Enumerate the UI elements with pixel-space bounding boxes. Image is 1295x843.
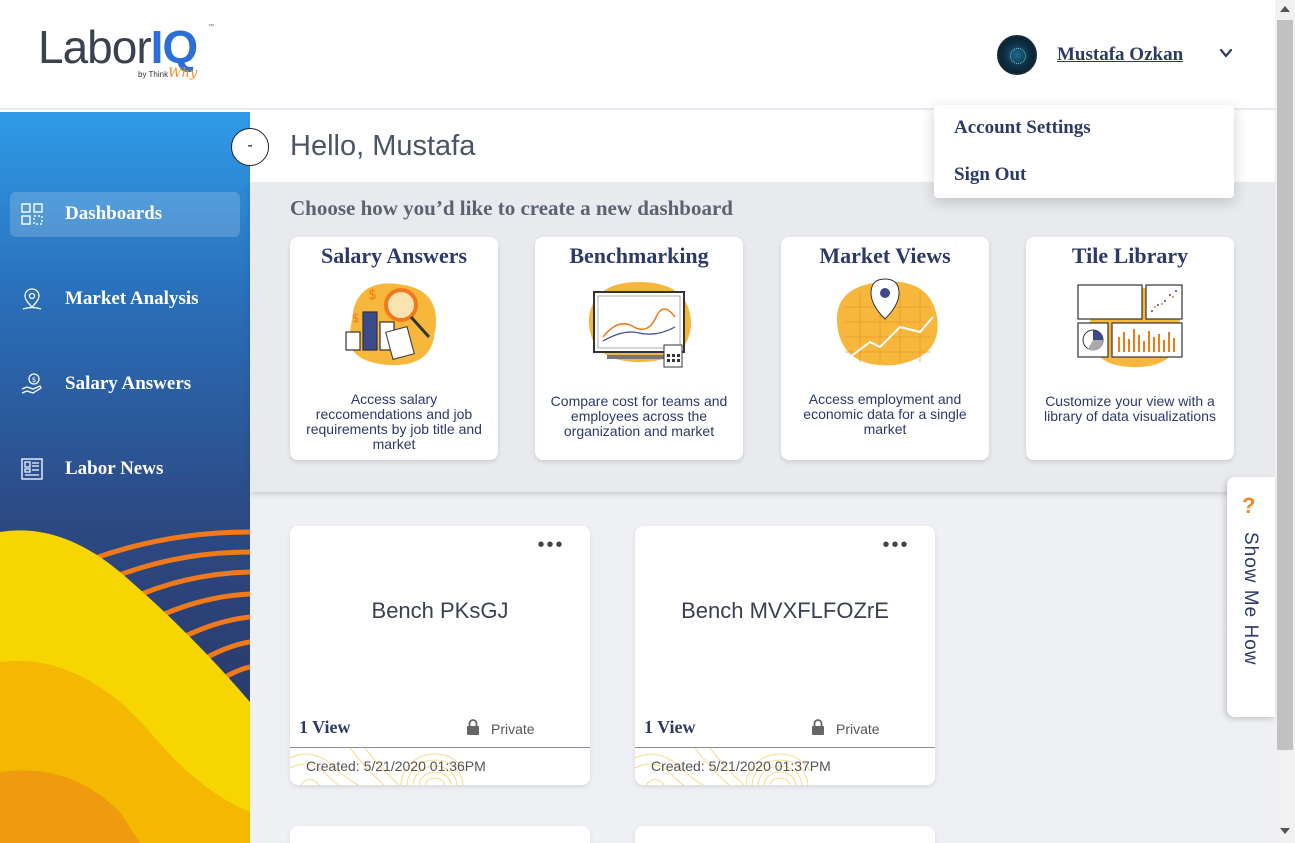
sidebar-decorative-waves [0,529,250,843]
create-dashboard-heading: Choose how you’d like to create a new da… [290,196,733,220]
laboriq-logo[interactable]: LaborIQ ™ by ThinkWhy [38,22,218,92]
help-question-icon: ? [1242,493,1256,518]
show-me-how-tab[interactable]: ? Show Me How [1227,477,1275,717]
sidebar-item-market-analysis[interactable]: Market Analysis [10,277,240,322]
sidebar-nav: Dashboards Market Analysis $ Salary Answ… [0,112,250,843]
created-date: Created: 5/21/2020 01:36PM [306,758,486,774]
sidebar-item-label: Labor News [65,458,164,479]
svg-text:$: $ [368,287,377,303]
sidebar-collapse-button[interactable]: - [231,128,269,166]
money-hand-icon: $ [21,373,42,394]
dashboard-card[interactable]: ••• Bench MVXFLFOZrE 1 View Private Crea… [635,526,935,785]
sidebar-item-label: Salary Answers [65,373,192,394]
option-description: Compare cost for teams and employees acr… [550,393,728,439]
dashboard-card-footer: Created: 5/21/2020 01:36PM [290,747,590,785]
user-dropdown-menu: Account Settings Sign Out [934,105,1234,198]
privacy-label: Private [836,721,880,737]
salary-magnifier-illustration: $ $ [345,283,436,366]
page-title: Hello, Mustafa [290,130,476,162]
newspaper-icon [21,458,43,480]
dashboard-view-count: 1 View [644,717,696,737]
user-menu-toggle[interactable]: Mustafa Ozkan [997,35,1247,75]
logo-wordmark: LaborIQ [38,21,198,73]
dashboard-name: Bench PKsGJ [371,598,509,623]
more-options-icon[interactable]: ••• [534,535,568,560]
lock-icon [467,719,479,735]
sidebar-item-label: Dashboards [65,203,163,224]
chevron-down-icon[interactable] [1219,46,1233,60]
tile-grid-illustration [1077,284,1183,368]
more-options-icon[interactable]: ••• [879,535,913,560]
sidebar-item-salary-answers[interactable]: $ Salary Answers [10,362,240,407]
dashboard-card[interactable]: ••• Bench PKsGJ 1 View Private Created: … [290,526,590,785]
option-card-salary-answers[interactable]: Salary Answers $ $ Access salary reccome… [290,237,498,460]
option-description: Customize your view with a library of da… [1044,393,1216,424]
created-date: Created: 5/21/2020 01:37PM [651,758,831,774]
option-title: Benchmarking [569,243,709,268]
scroll-down-arrow-icon[interactable] [1280,828,1290,834]
show-me-how-label: Show Me How [1240,532,1261,666]
scroll-thumb[interactable] [1277,20,1293,750]
avatar[interactable] [997,35,1037,75]
sidebar-item-labor-news[interactable]: Labor News [10,447,240,492]
user-name-link[interactable]: Mustafa Ozkan [1057,44,1183,66]
privacy-label: Private [491,721,535,737]
logo-why: Why [168,66,198,81]
account-settings-menu-item[interactable]: Account Settings [954,117,1091,139]
sidebar-item-dashboards[interactable]: Dashboards [10,192,240,237]
option-title: Tile Library [1071,243,1189,268]
option-title: Salary Answers [320,243,468,268]
scroll-up-arrow-icon[interactable] [1280,6,1290,12]
main-content: Hello, Mustafa Choose how you’d like to … [250,112,1275,843]
logo-text-labor: Labor [38,21,152,73]
page-scrollbar[interactable] [1275,0,1295,843]
map-pin-chart-illustration [836,278,938,366]
dashboard-card-partial[interactable] [635,826,935,843]
dashboard-grid-icon [21,203,43,225]
create-dashboard-panel: Choose how you’d like to create a new da… [250,182,1275,492]
svg-text:$: $ [352,311,360,325]
lock-icon [812,719,824,735]
svg-text:$: $ [32,376,36,384]
dashboard-card-footer: Created: 5/21/2020 01:37PM [635,747,935,785]
logo-byline: by ThinkWhy [138,66,197,81]
option-card-market-views[interactable]: Market Views Access employment and econo… [781,237,989,460]
map-pin-icon [22,288,42,310]
option-card-benchmarking[interactable]: Benchmarking Compare cost for teams and … [535,237,743,460]
option-description: Access salary reccomendations and job re… [306,391,482,452]
top-header: LaborIQ ™ by ThinkWhy Mustafa Ozkan [0,0,1275,110]
dashboard-card-partial[interactable] [290,826,590,843]
sidebar-item-label: Market Analysis [65,288,199,309]
logo-trademark: ™ [208,24,214,30]
option-card-tile-library[interactable]: Tile Library Customize your view with a … [1026,237,1234,460]
sign-out-menu-item[interactable]: Sign Out [954,164,1026,186]
monitor-chart-illustration [588,282,691,368]
option-description: Access employment and economic data for … [803,391,967,437]
logo-by-think: by Think [138,70,169,79]
dashboard-view-count: 1 View [299,717,351,737]
option-title: Market Views [819,243,951,268]
dashboard-name: Bench MVXFLFOZrE [681,598,889,623]
